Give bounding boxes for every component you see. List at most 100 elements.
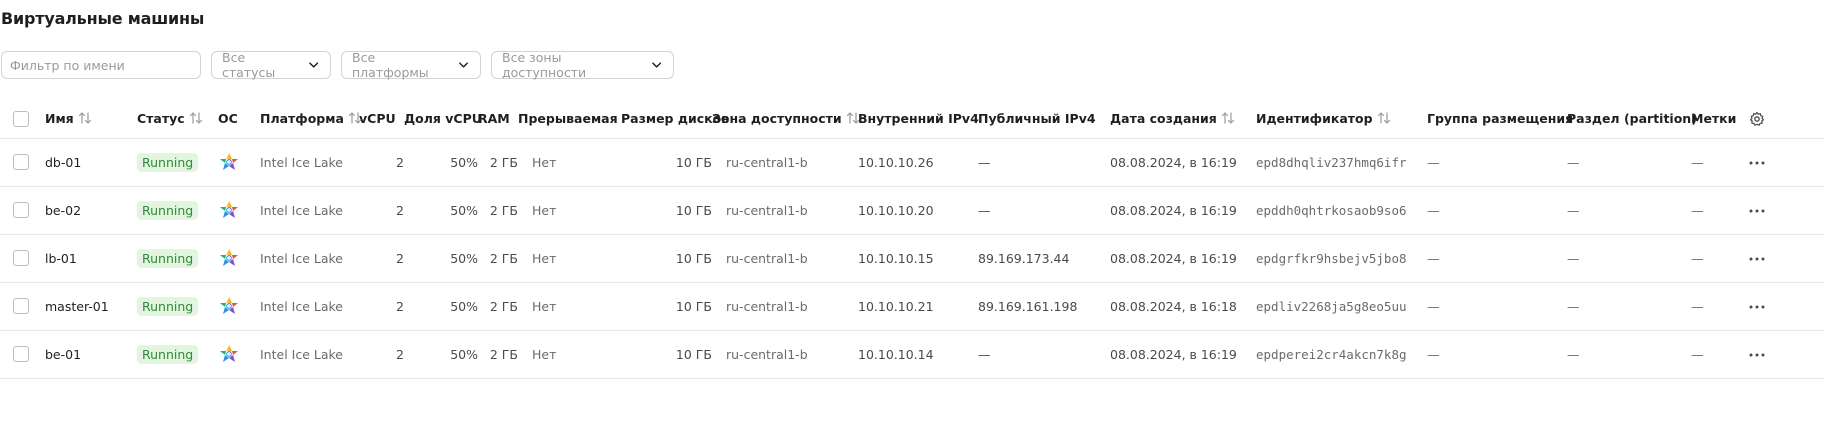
col-status[interactable]: Статус (137, 99, 218, 139)
vm-created: 08.08.2024, в 16:19 (1110, 138, 1256, 187)
col-zone[interactable]: Зона доступности (712, 99, 859, 139)
vm-vcpu-share: 50% (404, 138, 478, 187)
vm-created: 08.08.2024, в 16:19 (1110, 186, 1256, 235)
vm-partition: — (1567, 138, 1691, 187)
vm-internal-ip[interactable]: 10.10.10.20 (858, 186, 978, 235)
vm-os-cell (218, 138, 260, 187)
col-placement-group: Группа размещения (1427, 99, 1573, 139)
table-row[interactable]: be-02 Running Intel Ice Lake 2 50% 2 ГБ … (0, 186, 1824, 235)
vm-internal-ip[interactable]: 10.10.10.21 (858, 282, 978, 331)
vm-name[interactable]: be-01 (45, 330, 137, 379)
vm-public-ip[interactable]: — (978, 186, 1110, 235)
col-name[interactable]: Имя (45, 99, 137, 139)
col-id[interactable]: Идентификатор (1256, 99, 1427, 139)
more-horizontal-icon[interactable] (1749, 305, 1765, 309)
vm-public-ip[interactable]: — (978, 138, 1110, 187)
vm-preemptible: Нет (518, 234, 621, 283)
gear-icon[interactable] (1749, 111, 1765, 127)
row-select-cell (0, 138, 45, 187)
vm-status-cell: Running (137, 282, 218, 331)
vm-placement-group: — (1427, 234, 1567, 283)
row-actions-cell (1749, 330, 1824, 379)
zone-select-value: Все зоны доступности (502, 50, 587, 80)
table-row[interactable]: master-01 Running Intel Ice Lake 2 50% 2… (0, 282, 1824, 331)
vm-labels: — (1691, 234, 1749, 283)
vm-public-ip[interactable]: — (978, 330, 1110, 379)
vm-status-cell: Running (137, 138, 218, 187)
vm-public-ip[interactable]: 89.169.173.44 (978, 234, 1110, 283)
status-select[interactable]: Все статусы (211, 50, 331, 80)
vm-platform: Intel Ice Lake (260, 330, 359, 379)
row-checkbox[interactable] (13, 250, 29, 267)
vm-os-cell (218, 330, 260, 379)
col-os: ОС (218, 99, 260, 139)
sort-arrows-icon[interactable] (1377, 112, 1391, 124)
select-all-cell (0, 99, 45, 139)
row-select-cell (0, 330, 45, 379)
vm-id[interactable]: epdperei2cr4akcn7k8g (1256, 330, 1427, 379)
vm-partition: — (1567, 234, 1691, 283)
vm-id[interactable]: epddh0qhtrkosaob9so6 (1256, 186, 1427, 235)
chevron-down-icon (651, 62, 661, 68)
vm-public-ip[interactable]: 89.169.161.198 (978, 282, 1110, 331)
col-ram: RAM (478, 99, 518, 139)
vm-internal-ip[interactable]: 10.10.10.26 (858, 138, 978, 187)
vm-internal-ip[interactable]: 10.10.10.14 (858, 330, 978, 379)
platform-select[interactable]: Все платформы (341, 50, 481, 80)
name-filter-input[interactable] (1, 51, 201, 79)
vm-name[interactable]: master-01 (45, 282, 137, 331)
row-actions-cell (1749, 282, 1824, 331)
vm-platform: Intel Ice Lake (260, 234, 359, 283)
vm-status-cell: Running (137, 330, 218, 379)
vm-name[interactable]: be-02 (45, 186, 137, 235)
vm-partition: — (1567, 330, 1691, 379)
vm-vcpu: 2 (359, 138, 404, 187)
vm-platform: Intel Ice Lake (260, 282, 359, 331)
vm-id[interactable]: epd8dhqliv237hmq6ifr (1256, 138, 1427, 187)
vm-placement-group: — (1427, 186, 1567, 235)
row-checkbox[interactable] (13, 202, 29, 219)
row-checkbox[interactable] (13, 346, 29, 363)
col-platform[interactable]: Платформа (260, 99, 361, 139)
zone-select[interactable]: Все зоны доступности (491, 50, 674, 80)
more-horizontal-icon[interactable] (1749, 353, 1765, 357)
vm-created: 08.08.2024, в 16:19 (1110, 330, 1256, 379)
table-row[interactable]: db-01 Running Intel Ice Lake 2 50% 2 ГБ … (0, 138, 1824, 187)
vm-partition: — (1567, 282, 1691, 331)
more-horizontal-icon[interactable] (1749, 161, 1765, 165)
status-badge: Running (137, 296, 199, 316)
linux-distro-logo-icon (220, 297, 238, 314)
vm-vcpu-share: 50% (404, 186, 478, 235)
vm-platform: Intel Ice Lake (260, 138, 359, 187)
table-row[interactable]: lb-01 Running Intel Ice Lake 2 50% 2 ГБ … (0, 234, 1824, 283)
vm-disk-size: 10 ГБ (621, 282, 712, 331)
row-checkbox[interactable] (13, 298, 29, 315)
vm-internal-ip[interactable]: 10.10.10.15 (858, 234, 978, 283)
row-checkbox[interactable] (13, 154, 29, 171)
row-select-cell (0, 234, 45, 283)
more-horizontal-icon[interactable] (1749, 257, 1765, 261)
sort-arrows-icon[interactable] (1221, 112, 1235, 124)
vm-os-cell (218, 282, 260, 331)
vm-name[interactable]: db-01 (45, 138, 137, 187)
sort-arrows-icon[interactable] (78, 112, 92, 124)
vm-vcpu: 2 (359, 234, 404, 283)
status-badge: Running (137, 152, 199, 172)
vm-created: 08.08.2024, в 16:19 (1110, 234, 1256, 283)
col-public-ip: Публичный IPv4 (978, 99, 1110, 139)
col-created[interactable]: Дата создания (1110, 99, 1256, 139)
platform-select-value: Все платформы (352, 50, 429, 80)
vm-ram: 2 ГБ (478, 282, 518, 331)
vm-zone: ru-central1-b (712, 138, 858, 187)
vm-id[interactable]: epdgrfkr9hsbejv5jbo8 (1256, 234, 1427, 283)
more-horizontal-icon[interactable] (1749, 209, 1765, 213)
vm-id[interactable]: epdliv2268ja5g8eo5uu (1256, 282, 1427, 331)
vm-name[interactable]: lb-01 (45, 234, 137, 283)
select-all-checkbox[interactable] (13, 110, 29, 127)
sort-arrows-icon[interactable] (189, 112, 203, 124)
vm-disk-size: 10 ГБ (621, 186, 712, 235)
col-settings (1749, 99, 1824, 139)
status-badge: Running (137, 200, 199, 220)
vm-disk-size: 10 ГБ (621, 138, 712, 187)
table-row[interactable]: be-01 Running Intel Ice Lake 2 50% 2 ГБ … (0, 330, 1824, 379)
